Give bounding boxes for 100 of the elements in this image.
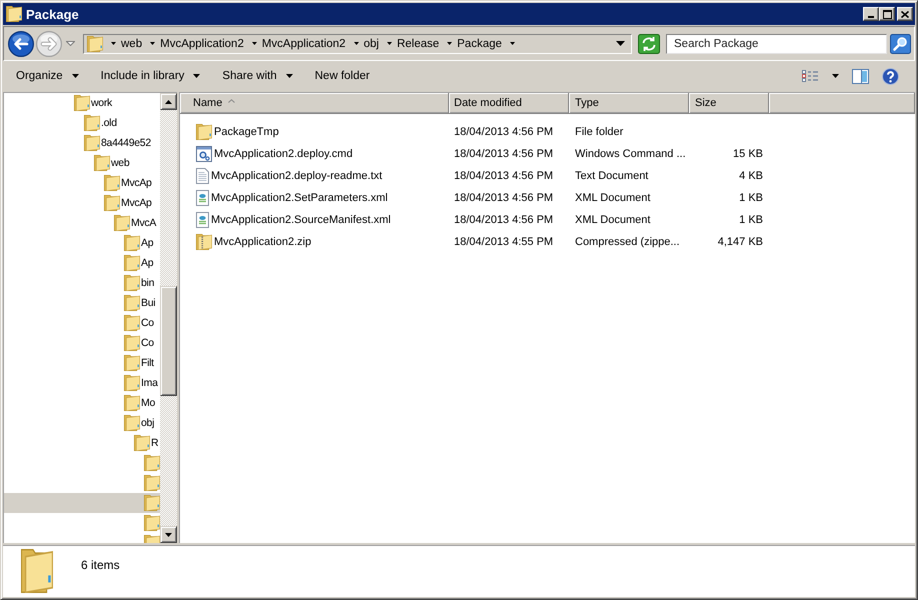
file-size-text: 1 KB <box>739 192 763 204</box>
folder-icon <box>84 115 100 131</box>
gear-window-icon <box>196 146 212 162</box>
file-name[interactable]: MvcApplication2.deploy.cmd <box>214 148 353 160</box>
file-name[interactable]: MvcApplication2.deploy-readme.txt <box>211 170 382 182</box>
toolbar-button[interactable]: Organize <box>9 64 86 88</box>
minimize-button[interactable] <box>863 7 879 21</box>
breadcrumb-caret-icon[interactable] <box>150 42 156 45</box>
file-name[interactable]: MvcApplication2.SourceManifest.xml <box>211 214 391 226</box>
breadcrumb-caret-icon[interactable] <box>510 42 515 45</box>
file-type-text: XML Document <box>575 192 650 204</box>
date-modified-text: 18/04/2013 4:56 PM <box>454 214 554 226</box>
file-type-text: Text Document <box>575 170 648 182</box>
breadcrumb-item[interactable]: Package <box>457 38 502 50</box>
caret-icon <box>72 74 79 78</box>
tree-item[interactable]: MvcAp <box>104 173 152 193</box>
breadcrumb-item[interactable]: Release <box>396 38 440 50</box>
file-type-text: Compressed (zippe... <box>575 236 680 248</box>
folder-icon <box>124 315 140 331</box>
maximize-button[interactable] <box>879 7 895 21</box>
maximize-icon <box>882 10 892 18</box>
caret-icon[interactable] <box>832 74 839 78</box>
file-size-text: 4 KB <box>739 170 763 182</box>
folder-icon <box>124 235 140 251</box>
tree-item[interactable]: Co <box>124 333 154 353</box>
tree-item[interactable]: MvcAp <box>104 193 152 213</box>
folder-icon <box>124 415 140 431</box>
close-button[interactable] <box>897 7 913 21</box>
file-type-text: XML Document <box>575 214 650 226</box>
down-arrow-icon <box>165 532 172 536</box>
tree-item[interactable] <box>144 473 160 493</box>
search-field[interactable]: Search Package <box>666 34 887 54</box>
file-name[interactable]: MvcApplication2.zip <box>214 236 312 248</box>
breadcrumb-caret-icon[interactable] <box>447 42 452 45</box>
date-modified-text: 18/04/2013 4:56 PM <box>454 126 554 138</box>
tree-item[interactable]: 8a4449e52 <box>84 133 151 153</box>
toolbar-button[interactable]: Share with <box>215 64 300 88</box>
folder-icon <box>196 124 212 140</box>
search-icon <box>890 34 911 54</box>
column-header[interactable]: Date modified <box>449 93 569 114</box>
folder-icon <box>124 355 140 371</box>
minimize-icon <box>868 16 874 18</box>
file-type-text: File folder <box>575 126 624 138</box>
tree-item[interactable] <box>144 453 160 473</box>
file-size-text: 1 KB <box>739 214 763 226</box>
history-caret-icon[interactable] <box>66 41 75 46</box>
breadcrumb-caret-icon[interactable] <box>386 42 392 45</box>
view-options-icon[interactable] <box>802 70 818 82</box>
tree-item[interactable]: Ap <box>124 233 154 253</box>
tree-item[interactable]: work <box>74 93 112 113</box>
file-name[interactable]: MvcApplication2.SetParameters.xml <box>211 192 388 204</box>
tree-item[interactable]: .old <box>84 113 117 133</box>
folder-icon <box>21 549 53 593</box>
tree-item[interactable]: MvcA <box>114 213 156 233</box>
toolbar-button[interactable]: New folder <box>308 64 377 88</box>
preview-pane-icon[interactable] <box>852 68 869 84</box>
breadcrumb-item[interactable]: MvcApplication2 <box>262 38 346 50</box>
scroll-down-button[interactable] <box>160 526 177 543</box>
folder-icon <box>144 515 160 531</box>
date-modified-text: 18/04/2013 4:56 PM <box>454 148 554 160</box>
tree-item[interactable]: R <box>134 433 158 453</box>
up-arrow-icon <box>165 100 172 104</box>
column-header[interactable]: Size <box>689 93 769 114</box>
tree-item[interactable]: bin <box>124 273 154 293</box>
folder-icon <box>124 395 140 411</box>
refresh-icon <box>638 34 660 54</box>
help-icon[interactable] <box>882 68 899 84</box>
breadcrumb-caret-icon[interactable] <box>354 42 359 45</box>
sort-caret-icon <box>228 99 236 103</box>
dropdown-caret-icon[interactable] <box>616 41 625 46</box>
refresh-button[interactable] <box>638 34 660 54</box>
date-modified-text: 18/04/2013 4:56 PM <box>454 192 554 204</box>
toolbar-button[interactable]: Include in library <box>94 64 208 88</box>
breadcrumb-item[interactable]: obj <box>364 38 379 50</box>
breadcrumb-item[interactable]: web <box>121 38 142 50</box>
tree-item[interactable]: web <box>94 153 130 173</box>
scroll-up-button[interactable] <box>160 93 177 110</box>
breadcrumb-caret-icon[interactable] <box>252 42 257 45</box>
column-header[interactable]: Name <box>180 93 449 114</box>
tree-item[interactable]: Ima <box>124 373 158 393</box>
address-bar[interactable]: web MvcApplication2 MvcApplication2 obj Release Package <box>83 34 632 54</box>
scrollbar-thumb[interactable] <box>160 286 177 396</box>
column-header[interactable]: Type <box>569 93 689 114</box>
search-button[interactable] <box>890 34 911 54</box>
file-name[interactable]: PackageTmp <box>214 126 279 138</box>
tree-item[interactable]: Ap <box>124 253 154 273</box>
tree-item[interactable]: Bui <box>124 293 156 313</box>
breadcrumb-caret-icon[interactable] <box>111 42 116 45</box>
item-count-text: 6 items <box>81 558 120 572</box>
tree-item[interactable]: obj <box>124 413 154 433</box>
xml-file-icon <box>196 212 209 228</box>
folder-icon <box>124 295 140 311</box>
back-button[interactable] <box>8 30 34 56</box>
folder-icon <box>124 335 140 351</box>
tree-item[interactable]: Filt <box>124 353 154 373</box>
tree-item[interactable]: Co <box>124 313 154 333</box>
folder-icon <box>144 495 160 511</box>
tree-item[interactable]: Mo <box>124 393 155 413</box>
folder-icon <box>124 255 140 271</box>
breadcrumb-item[interactable]: MvcApplication2 <box>160 38 244 50</box>
